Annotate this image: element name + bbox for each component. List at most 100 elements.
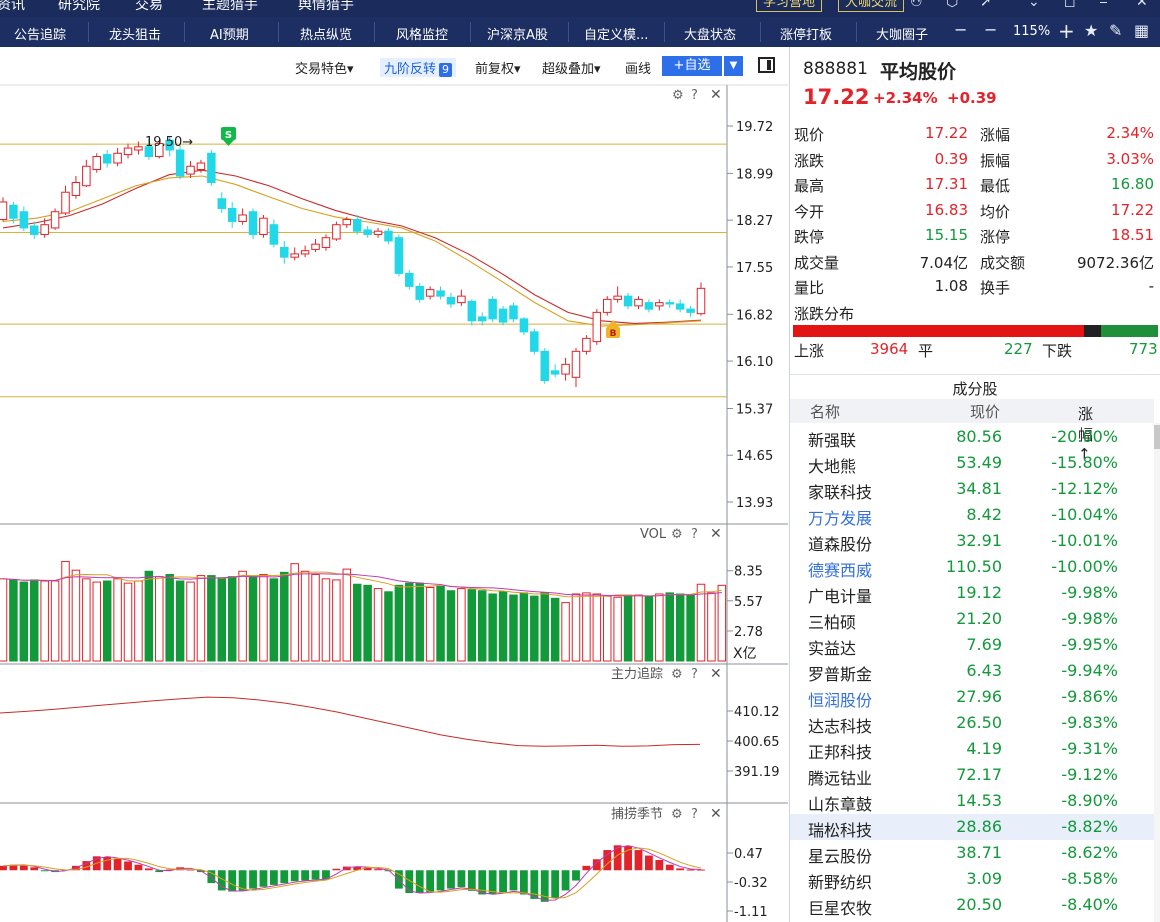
- nav-style-monitor[interactable]: 风格监控: [396, 24, 448, 43]
- season-bar: [686, 869, 695, 871]
- volume-bar: [321, 578, 331, 662]
- constituent-row[interactable]: 罗普斯金 6.43 -9.94%: [790, 658, 1154, 684]
- zoom-out-icon[interactable]: −: [984, 20, 997, 39]
- panel-help-icon[interactable]: ?: [691, 88, 698, 103]
- restore-icon[interactable]: ◻: [1064, 0, 1076, 10]
- buy-signal-marker[interactable]: B: [606, 320, 620, 339]
- constituent-row[interactable]: 星云股份 38.71 -8.62%: [790, 840, 1154, 866]
- app-window: 资讯 研究院 交易 主题猎手 舆情猎手 学习营地 大咖交流 ⚇ ⬡ ➚ ⌄ ◻ …: [0, 0, 1160, 922]
- volume-bar: [82, 578, 91, 662]
- menu-theme-hunter[interactable]: 主题猎手: [202, 0, 258, 14]
- zoom-out-icon[interactable]: −: [954, 20, 967, 39]
- constituent-price: 3.09: [966, 869, 1002, 888]
- menu-trade[interactable]: 交易: [135, 0, 163, 14]
- distribution-up-segment: [793, 325, 1085, 337]
- constituent-row[interactable]: 新野纺织 3.09 -8.58%: [790, 866, 1154, 892]
- constituent-row[interactable]: 达志科技 26.50 -9.83%: [790, 710, 1154, 736]
- main-force-help-icon[interactable]: ?: [691, 667, 698, 682]
- candle: [269, 219, 279, 248]
- constituent-change: -9.94%: [1061, 661, 1118, 680]
- constituent-row[interactable]: 道森股份 32.91 -10.01%: [790, 528, 1154, 554]
- constituent-row[interactable]: 腾远钴业 72.17 -9.12%: [790, 762, 1154, 788]
- menu-research[interactable]: 研究院: [58, 0, 100, 14]
- season-tick-label: -1.11: [734, 905, 768, 920]
- constituent-row[interactable]: 实益达 7.69 -9.95%: [790, 632, 1154, 658]
- season-settings-icon[interactable]: ⚙: [671, 807, 683, 822]
- nav-announcement-tracking[interactable]: 公告追踪: [14, 24, 66, 43]
- nav-limit-up-board[interactable]: 涨停打板: [780, 24, 832, 43]
- add-watchlist-dropdown[interactable]: ▼: [724, 56, 743, 76]
- nav-expert-circle[interactable]: 大咖圈子: [876, 24, 928, 43]
- quote-field-value: 0.39: [934, 149, 968, 168]
- nav-leader-sniper[interactable]: 龙头狙击: [109, 24, 161, 43]
- user-icon[interactable]: ⚇: [910, 0, 923, 10]
- nav-a-shares[interactable]: 沪深京A股: [487, 24, 548, 43]
- star-icon[interactable]: ★: [1084, 21, 1098, 40]
- constituent-row[interactable]: 新强联 80.56 -20.00%: [790, 424, 1154, 450]
- dropdown-icon[interactable]: ⌄: [1028, 0, 1040, 10]
- candle-body: [488, 298, 497, 320]
- constituent-row[interactable]: 山东章鼓 14.53 -8.90%: [790, 788, 1154, 814]
- sell-signal-marker[interactable]: S: [221, 127, 236, 146]
- expert-talk-button[interactable]: 大咖交流: [838, 0, 905, 12]
- pin-icon[interactable]: ➚: [980, 0, 992, 10]
- volume-bar: [342, 568, 352, 662]
- grid-icon[interactable]: ▦: [1134, 21, 1149, 40]
- main-force-close-icon[interactable]: ✕: [710, 666, 722, 682]
- volume-bar: [175, 580, 185, 662]
- minimize-icon[interactable]: ⎯: [1100, 0, 1107, 10]
- pre-adjust-dropdown[interactable]: 前复权▾: [475, 58, 521, 77]
- vol-settings-icon[interactable]: ⚙: [671, 527, 683, 542]
- trade-feature-dropdown[interactable]: 交易特色▾: [295, 58, 354, 77]
- constituent-row[interactable]: 广电计量 19.12 -9.98%: [790, 580, 1154, 606]
- col-name-header[interactable]: 名称: [810, 401, 840, 422]
- candle-body: [238, 214, 247, 222]
- panel-close-icon[interactable]: ✕: [710, 87, 722, 103]
- season-close-icon[interactable]: ✕: [710, 806, 722, 822]
- constituent-row[interactable]: 巨星农牧 20.50 -8.40%: [790, 892, 1154, 918]
- vol-help-icon[interactable]: ?: [691, 527, 698, 542]
- volume-bar: [394, 584, 404, 662]
- constituent-price: 19.12: [956, 583, 1002, 602]
- menu-sentiment-hunter[interactable]: 舆情猎手: [298, 0, 354, 14]
- scrollbar-thumb[interactable]: [1154, 425, 1160, 449]
- col-price-header[interactable]: 现价: [970, 401, 1000, 422]
- season-bar: [509, 870, 518, 891]
- nav-custom-module[interactable]: 自定义模...: [584, 24, 648, 43]
- panel-settings-icon[interactable]: ⚙: [672, 88, 684, 103]
- super-overlay-dropdown[interactable]: 超级叠加▾: [542, 58, 601, 77]
- nav-ai-forecast[interactable]: AI预期: [210, 24, 249, 43]
- constituent-row[interactable]: 万方发展 8.42 -10.04%: [790, 502, 1154, 528]
- constituent-change: -10.00%: [1051, 557, 1118, 576]
- main-force-settings-icon[interactable]: ⚙: [671, 667, 683, 682]
- close-window-icon[interactable]: ✕: [1136, 0, 1148, 10]
- constituent-row[interactable]: 正邦科技 4.19 -9.31%: [790, 736, 1154, 762]
- vol-close-icon[interactable]: ✕: [710, 526, 722, 542]
- constituent-change: -15.80%: [1051, 453, 1118, 472]
- constituents-scrollbar[interactable]: [1154, 423, 1160, 922]
- menu-info[interactable]: 资讯: [0, 0, 25, 14]
- season-title: 捕捞季节: [611, 806, 663, 822]
- candle-body: [425, 289, 435, 297]
- constituent-row[interactable]: 大地熊 53.49 -15.80%: [790, 450, 1154, 476]
- layout-toggle-icon[interactable]: [758, 57, 775, 73]
- constituent-row[interactable]: 三柏硕 21.20 -9.98%: [790, 606, 1154, 632]
- constituent-row[interactable]: 恒润股份 27.96 -9.86%: [790, 684, 1154, 710]
- constituent-row[interactable]: 瑞松科技 28.86 -8.82%: [790, 814, 1154, 840]
- main-force-line: [0, 696, 701, 747]
- season-help-icon[interactable]: ?: [691, 807, 698, 822]
- constituent-row[interactable]: 德赛西威 110.50 -10.00%: [790, 554, 1154, 580]
- candle: [446, 292, 456, 308]
- nav-hotspot-overview[interactable]: 热点纵览: [300, 24, 352, 43]
- nine-turn-button[interactable]: 九阶反转 9: [380, 58, 457, 77]
- price-axis-labels: 19.72 18.99 18.27 17.55 16.82 16.10 15.37 14.65…: [736, 120, 773, 511]
- zoom-in-icon[interactable]: +: [1058, 19, 1075, 43]
- settings-icon[interactable]: ⬡: [946, 0, 958, 10]
- study-camp-button[interactable]: 学习营地: [756, 0, 823, 12]
- add-watchlist-button[interactable]: +自选: [662, 56, 722, 76]
- pen-icon[interactable]: ✎: [1109, 21, 1122, 40]
- nav-market-status[interactable]: 大盘状态: [684, 24, 736, 43]
- draw-line-button[interactable]: 画线: [625, 58, 651, 77]
- constituent-row[interactable]: 家联科技 34.81 -12.12%: [790, 476, 1154, 502]
- candle: [592, 309, 602, 345]
